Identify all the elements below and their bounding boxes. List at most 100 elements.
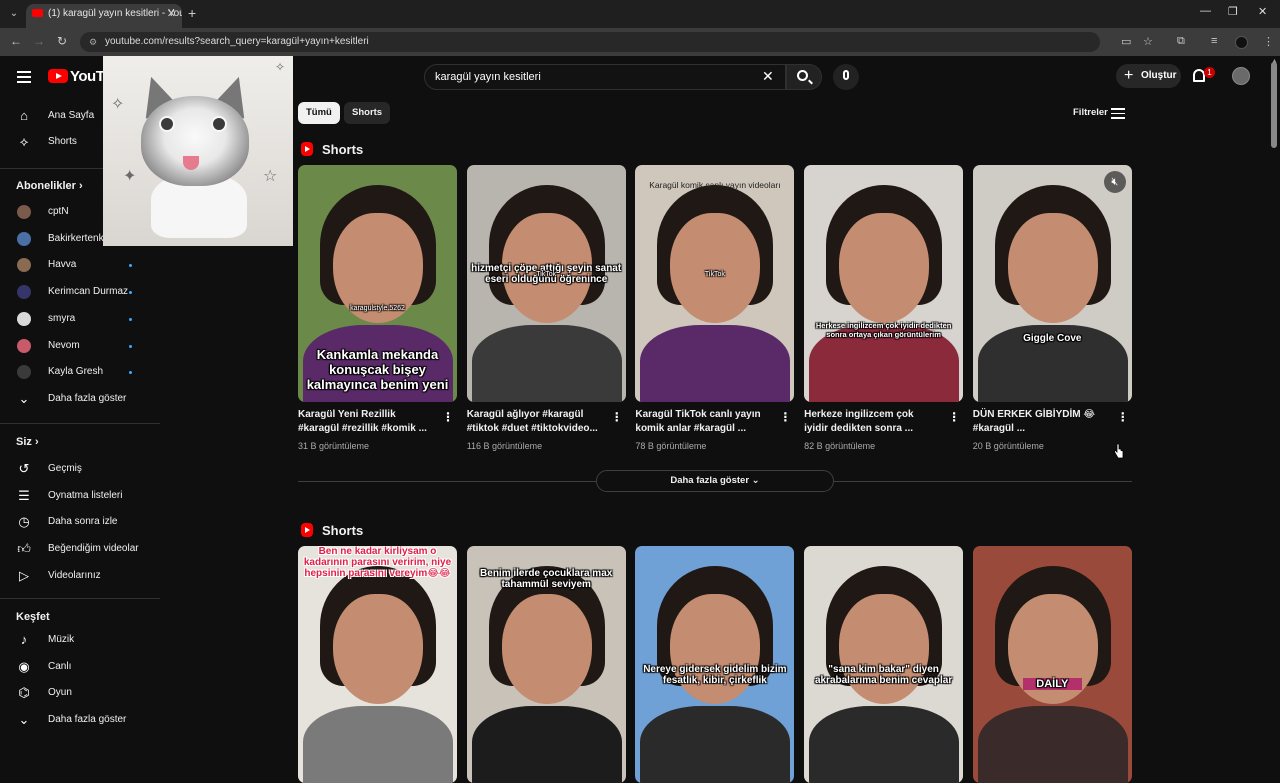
short-title[interactable]: Karagül ağlıyor #karagül #tiktok #duet #…: [467, 408, 603, 436]
short-thumbnail[interactable]: Kankamla mekanda konuşcak bişey kalmayın…: [298, 165, 457, 402]
cat-eye: [211, 116, 227, 132]
guide-menu-icon[interactable]: [17, 71, 31, 83]
voice-search-button[interactable]: [833, 64, 859, 90]
sidebar-item-subscription[interactable]: Kayla Gresh: [0, 359, 160, 385]
sidebar-item-playlists[interactable]: ☰ Oynatma listeleri: [0, 483, 160, 509]
search-button[interactable]: [786, 64, 822, 90]
filter-chip-shorts[interactable]: Shorts: [344, 102, 391, 124]
account-avatar[interactable]: [1232, 67, 1250, 85]
short-thumbnail[interactable]: DAİLY: [972, 546, 1132, 783]
youtube-logo-icon[interactable]: [48, 69, 68, 83]
filters-icon[interactable]: [1111, 108, 1125, 119]
thumbnail-caption: Herkese ingilizcem çok iyidir dedikten s…: [815, 321, 952, 339]
short-view-count: 116 B görüntüleme: [466, 441, 543, 451]
channel-avatar: [17, 258, 31, 273]
sidebar-item-music[interactable]: ♪ Müzik: [0, 627, 160, 653]
short-title[interactable]: DÜN ERKEK GİBİYDİM 😂 #karagül ...: [973, 408, 1109, 436]
more-actions-icon[interactable]: ⋮: [442, 411, 454, 423]
media-controls-icon[interactable]: ≡: [1211, 35, 1217, 47]
explore-heading: Keşfet: [16, 611, 50, 623]
thumbnail-watermark: karagulstyle.5262: [350, 305, 405, 312]
create-button[interactable]: + Oluştur: [1116, 64, 1181, 88]
home-icon: ⌂: [20, 108, 28, 123]
picture-in-picture-cat-overlay: ✧ ☆ ✦ ✧: [103, 56, 293, 246]
sidebar-item-gaming[interactable]: ⌬ Oyun: [0, 680, 160, 706]
show-more-label: Daha fazla göster: [670, 475, 750, 486]
tab-close-icon[interactable]: ✕: [167, 4, 176, 24]
sidebar-divider: [0, 598, 160, 599]
shelf-title: Shorts: [322, 142, 364, 157]
subscriptions-heading[interactable]: Abonelikler ›: [16, 180, 83, 192]
bookmark-star-icon[interactable]: ☆: [1143, 35, 1153, 48]
site-info-icon[interactable]: ⚙: [89, 32, 97, 52]
page-scrollbar[interactable]: [1271, 62, 1277, 148]
playlists-icon: ☰: [18, 488, 30, 503]
forward-icon[interactable]: →: [33, 34, 45, 48]
short-thumbnail[interactable]: Karagül komik canlı yayın videoları TikTo…: [635, 165, 795, 402]
new-tab-button[interactable]: +: [188, 5, 196, 21]
thumbnail-figure-body: [640, 706, 791, 783]
thumbnail-figure-body: [303, 706, 453, 783]
browser-tab-strip: ⌄ (1) karagül yayın kesitleri - YouT ✕ +…: [0, 0, 1280, 28]
sidebar-item-liked-videos[interactable]: 👍︎ Beğendiğim videolar: [0, 536, 160, 562]
notification-badge: 1: [1204, 67, 1215, 78]
install-app-icon[interactable]: ▭: [1121, 35, 1131, 48]
sidebar-item-subscription[interactable]: Havva: [0, 252, 160, 278]
tab-search-icon[interactable]: ⌄: [6, 6, 22, 22]
sidebar-divider: [0, 423, 160, 424]
browser-tab-youtube[interactable]: (1) karagül yayın kesitleri - YouT ✕: [26, 4, 182, 28]
sidebar-item-explore-more[interactable]: ⌄ Daha fazla göster: [0, 707, 160, 733]
short-thumbnail[interactable]: "sana kim bakar" diyen akrabalarıma beni…: [804, 546, 964, 783]
more-actions-icon[interactable]: ⋮: [779, 411, 791, 423]
clear-search-icon[interactable]: ✕: [762, 68, 774, 85]
mute-icon[interactable]: 🔇︎: [1103, 171, 1126, 193]
sidebar-item-watch-later[interactable]: ◷ Daha sonra izle: [0, 509, 160, 535]
short-thumbnail[interactable]: Benim ilerde çocuklara max tahammül sevi…: [466, 546, 626, 783]
short-title[interactable]: Herkeze ingilizcem çok iyidir dedikten s…: [804, 408, 940, 436]
sidebar-item-label: Kayla Gresh: [48, 366, 104, 378]
more-actions-icon[interactable]: ⋮: [611, 411, 623, 423]
more-actions-icon[interactable]: ⋮: [948, 411, 960, 423]
browser-profile-avatar[interactable]: [1235, 36, 1248, 49]
you-heading[interactable]: Siz ›: [16, 436, 39, 448]
short-thumbnail[interactable]: Ben ne kadar kirliysam o kadarının paras…: [298, 546, 457, 783]
show-more-button[interactable]: Daha fazla göster ⌄: [596, 470, 834, 492]
sidebar-item-subscription[interactable]: Kerimcan Durmaz: [0, 279, 160, 305]
sidebar-item-your-videos[interactable]: ▷ Videolarınız: [0, 563, 160, 589]
short-thumbnail[interactable]: Herkese ingilizcem çok iyidir dedikten s…: [804, 165, 964, 402]
sidebar-item-history[interactable]: ↺ Geçmiş: [0, 456, 160, 482]
sidebar-item-live[interactable]: ◉ Canlı: [0, 654, 160, 680]
sidebar-show-more[interactable]: ⌄ Daha fazla göster: [0, 386, 160, 412]
close-window-icon[interactable]: ✕: [1258, 5, 1267, 18]
new-content-dot: [129, 344, 132, 348]
back-icon[interactable]: ←: [10, 34, 22, 48]
filters-button[interactable]: Filtreler: [1073, 107, 1108, 118]
short-title[interactable]: Karagül TikTok canlı yayın komik anlar #…: [635, 408, 771, 436]
short-thumbnail[interactable]: hizmetçi çöpe attığı şeyin sanat eseri o…: [466, 165, 626, 402]
divider-line: [298, 481, 596, 482]
search-input[interactable]: karagül yayın kesitleri: [424, 64, 786, 90]
sidebar-item-label: Geçmiş: [48, 463, 82, 474]
maximize-icon[interactable]: ❐: [1228, 5, 1238, 18]
microphone-icon: [843, 70, 849, 80]
thumbnail-figure-face: [670, 594, 761, 704]
filter-chip-all[interactable]: Tümü: [298, 102, 340, 124]
sidebar-item-subscription[interactable]: Nevom: [0, 333, 160, 359]
browser-menu-icon[interactable]: ⋮: [1263, 35, 1274, 48]
thumbnail-figure-body: [977, 706, 1128, 783]
short-title[interactable]: Karagül Yeni Rezillik #karagül #rezillik…: [298, 408, 434, 436]
sidebar-item-label: Oynatma listeleri: [48, 490, 123, 501]
sidebar-item-subscription[interactable]: smyra: [0, 306, 160, 332]
thumbnail-figure-face: [839, 213, 930, 323]
new-content-dot: [129, 317, 132, 321]
short-thumbnail[interactable]: Giggle Cove 🔇︎: [972, 165, 1132, 402]
extensions-icon[interactable]: ⧉: [1177, 35, 1185, 48]
live-icon: ◉: [18, 659, 30, 674]
reload-icon[interactable]: ↻: [57, 34, 67, 48]
more-actions-icon[interactable]: ⋮: [1117, 411, 1129, 423]
short-thumbnail[interactable]: Nereye gidersek gidelim bizim fesatlık, …: [635, 546, 795, 783]
minimize-icon[interactable]: —: [1200, 5, 1211, 17]
thumbnail-figure-body: [640, 325, 791, 402]
thumbnail-caption: Giggle Cove: [1023, 333, 1082, 344]
address-bar[interactable]: ⚙ youtube.com/results?search_query=karag…: [80, 32, 1100, 52]
